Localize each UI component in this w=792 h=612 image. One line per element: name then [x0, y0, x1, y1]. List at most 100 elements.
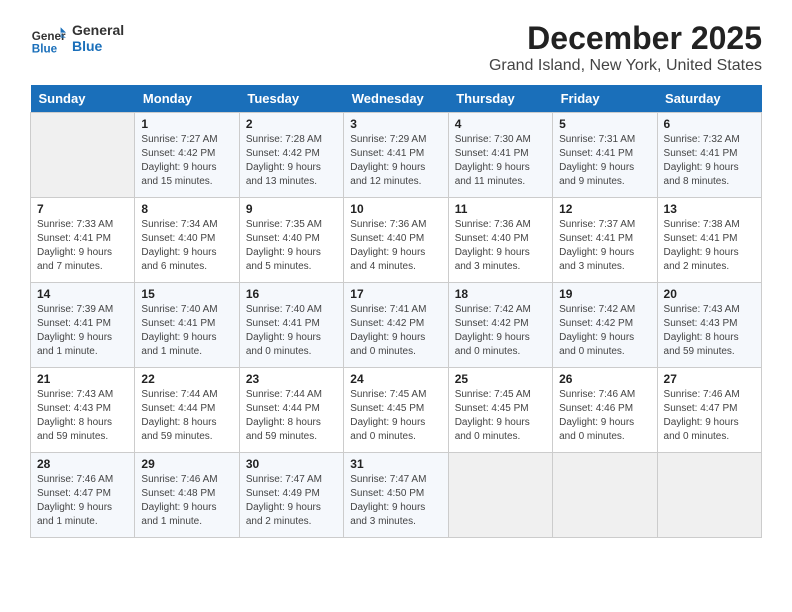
- table-row: 20 Sunrise: 7:43 AMSunset: 4:43 PMDaylig…: [657, 283, 761, 368]
- day-number: 28: [37, 457, 128, 471]
- day-number: 1: [141, 117, 232, 131]
- day-info: Sunrise: 7:44 AMSunset: 4:44 PMDaylight:…: [141, 389, 217, 442]
- day-info: Sunrise: 7:47 AMSunset: 4:49 PMDaylight:…: [246, 474, 322, 527]
- title-block: December 2025 Grand Island, New York, Un…: [489, 20, 762, 75]
- table-row: 21 Sunrise: 7:43 AMSunset: 4:43 PMDaylig…: [31, 368, 135, 453]
- table-row: 29 Sunrise: 7:46 AMSunset: 4:48 PMDaylig…: [135, 453, 239, 538]
- day-number: 5: [559, 117, 650, 131]
- day-info: Sunrise: 7:39 AMSunset: 4:41 PMDaylight:…: [37, 304, 113, 357]
- table-row: 18 Sunrise: 7:42 AMSunset: 4:42 PMDaylig…: [448, 283, 552, 368]
- day-info: Sunrise: 7:46 AMSunset: 4:47 PMDaylight:…: [664, 389, 740, 442]
- day-info: Sunrise: 7:41 AMSunset: 4:42 PMDaylight:…: [350, 304, 426, 357]
- day-number: 4: [455, 117, 546, 131]
- day-info: Sunrise: 7:45 AMSunset: 4:45 PMDaylight:…: [350, 389, 426, 442]
- table-row: 9 Sunrise: 7:35 AMSunset: 4:40 PMDayligh…: [239, 198, 343, 283]
- day-info: Sunrise: 7:30 AMSunset: 4:41 PMDaylight:…: [455, 134, 531, 187]
- day-number: 25: [455, 372, 546, 386]
- day-info: Sunrise: 7:47 AMSunset: 4:50 PMDaylight:…: [350, 474, 426, 527]
- day-info: Sunrise: 7:35 AMSunset: 4:40 PMDaylight:…: [246, 219, 322, 272]
- col-monday: Monday: [135, 85, 239, 113]
- day-info: Sunrise: 7:28 AMSunset: 4:42 PMDaylight:…: [246, 134, 322, 187]
- table-row: 26 Sunrise: 7:46 AMSunset: 4:46 PMDaylig…: [553, 368, 657, 453]
- day-info: Sunrise: 7:44 AMSunset: 4:44 PMDaylight:…: [246, 389, 322, 442]
- day-info: Sunrise: 7:45 AMSunset: 4:45 PMDaylight:…: [455, 389, 531, 442]
- logo: General Blue General Blue: [30, 20, 124, 56]
- calendar-week-row: 28 Sunrise: 7:46 AMSunset: 4:47 PMDaylig…: [31, 453, 762, 538]
- table-row: 7 Sunrise: 7:33 AMSunset: 4:41 PMDayligh…: [31, 198, 135, 283]
- table-row: 15 Sunrise: 7:40 AMSunset: 4:41 PMDaylig…: [135, 283, 239, 368]
- page-subtitle: Grand Island, New York, United States: [489, 57, 762, 75]
- page-header: General Blue General Blue December 2025 …: [30, 20, 762, 75]
- day-info: Sunrise: 7:36 AMSunset: 4:40 PMDaylight:…: [455, 219, 531, 272]
- day-number: 24: [350, 372, 441, 386]
- table-row: [657, 453, 761, 538]
- table-row: 13 Sunrise: 7:38 AMSunset: 4:41 PMDaylig…: [657, 198, 761, 283]
- table-row: 31 Sunrise: 7:47 AMSunset: 4:50 PMDaylig…: [344, 453, 448, 538]
- col-friday: Friday: [553, 85, 657, 113]
- calendar-header-row: Sunday Monday Tuesday Wednesday Thursday…: [31, 85, 762, 113]
- day-number: 8: [141, 202, 232, 216]
- day-number: 3: [350, 117, 441, 131]
- day-number: 20: [664, 287, 755, 301]
- day-number: 2: [246, 117, 337, 131]
- day-number: 14: [37, 287, 128, 301]
- day-info: Sunrise: 7:33 AMSunset: 4:41 PMDaylight:…: [37, 219, 113, 272]
- day-info: Sunrise: 7:42 AMSunset: 4:42 PMDaylight:…: [455, 304, 531, 357]
- table-row: [448, 453, 552, 538]
- day-number: 6: [664, 117, 755, 131]
- day-number: 19: [559, 287, 650, 301]
- day-info: Sunrise: 7:43 AMSunset: 4:43 PMDaylight:…: [664, 304, 740, 357]
- day-number: 9: [246, 202, 337, 216]
- table-row: 19 Sunrise: 7:42 AMSunset: 4:42 PMDaylig…: [553, 283, 657, 368]
- calendar-week-row: 7 Sunrise: 7:33 AMSunset: 4:41 PMDayligh…: [31, 198, 762, 283]
- table-row: 8 Sunrise: 7:34 AMSunset: 4:40 PMDayligh…: [135, 198, 239, 283]
- day-number: 23: [246, 372, 337, 386]
- col-sunday: Sunday: [31, 85, 135, 113]
- logo-icon: General Blue: [30, 20, 66, 56]
- day-info: Sunrise: 7:40 AMSunset: 4:41 PMDaylight:…: [246, 304, 322, 357]
- day-info: Sunrise: 7:46 AMSunset: 4:46 PMDaylight:…: [559, 389, 635, 442]
- day-info: Sunrise: 7:42 AMSunset: 4:42 PMDaylight:…: [559, 304, 635, 357]
- day-info: Sunrise: 7:27 AMSunset: 4:42 PMDaylight:…: [141, 134, 217, 187]
- day-number: 30: [246, 457, 337, 471]
- table-row: 2 Sunrise: 7:28 AMSunset: 4:42 PMDayligh…: [239, 113, 343, 198]
- table-row: 3 Sunrise: 7:29 AMSunset: 4:41 PMDayligh…: [344, 113, 448, 198]
- day-info: Sunrise: 7:29 AMSunset: 4:41 PMDaylight:…: [350, 134, 426, 187]
- table-row: 27 Sunrise: 7:46 AMSunset: 4:47 PMDaylig…: [657, 368, 761, 453]
- calendar-week-row: 14 Sunrise: 7:39 AMSunset: 4:41 PMDaylig…: [31, 283, 762, 368]
- day-number: 10: [350, 202, 441, 216]
- svg-text:Blue: Blue: [32, 42, 58, 55]
- day-number: 13: [664, 202, 755, 216]
- col-wednesday: Wednesday: [344, 85, 448, 113]
- day-number: 12: [559, 202, 650, 216]
- table-row: [553, 453, 657, 538]
- day-info: Sunrise: 7:46 AMSunset: 4:47 PMDaylight:…: [37, 474, 113, 527]
- day-number: 26: [559, 372, 650, 386]
- day-info: Sunrise: 7:37 AMSunset: 4:41 PMDaylight:…: [559, 219, 635, 272]
- table-row: 1 Sunrise: 7:27 AMSunset: 4:42 PMDayligh…: [135, 113, 239, 198]
- table-row: 17 Sunrise: 7:41 AMSunset: 4:42 PMDaylig…: [344, 283, 448, 368]
- col-thursday: Thursday: [448, 85, 552, 113]
- day-info: Sunrise: 7:32 AMSunset: 4:41 PMDaylight:…: [664, 134, 740, 187]
- day-number: 17: [350, 287, 441, 301]
- col-tuesday: Tuesday: [239, 85, 343, 113]
- table-row: 10 Sunrise: 7:36 AMSunset: 4:40 PMDaylig…: [344, 198, 448, 283]
- table-row: 24 Sunrise: 7:45 AMSunset: 4:45 PMDaylig…: [344, 368, 448, 453]
- logo-blue-text: Blue: [72, 38, 124, 54]
- day-number: 31: [350, 457, 441, 471]
- table-row: 14 Sunrise: 7:39 AMSunset: 4:41 PMDaylig…: [31, 283, 135, 368]
- table-row: 4 Sunrise: 7:30 AMSunset: 4:41 PMDayligh…: [448, 113, 552, 198]
- table-row: 16 Sunrise: 7:40 AMSunset: 4:41 PMDaylig…: [239, 283, 343, 368]
- day-info: Sunrise: 7:43 AMSunset: 4:43 PMDaylight:…: [37, 389, 113, 442]
- day-number: 18: [455, 287, 546, 301]
- logo-general-text: General: [72, 22, 124, 38]
- day-number: 16: [246, 287, 337, 301]
- day-info: Sunrise: 7:36 AMSunset: 4:40 PMDaylight:…: [350, 219, 426, 272]
- table-row: 6 Sunrise: 7:32 AMSunset: 4:41 PMDayligh…: [657, 113, 761, 198]
- table-row: 12 Sunrise: 7:37 AMSunset: 4:41 PMDaylig…: [553, 198, 657, 283]
- day-number: 7: [37, 202, 128, 216]
- day-info: Sunrise: 7:38 AMSunset: 4:41 PMDaylight:…: [664, 219, 740, 272]
- table-row: 30 Sunrise: 7:47 AMSunset: 4:49 PMDaylig…: [239, 453, 343, 538]
- day-number: 29: [141, 457, 232, 471]
- day-info: Sunrise: 7:40 AMSunset: 4:41 PMDaylight:…: [141, 304, 217, 357]
